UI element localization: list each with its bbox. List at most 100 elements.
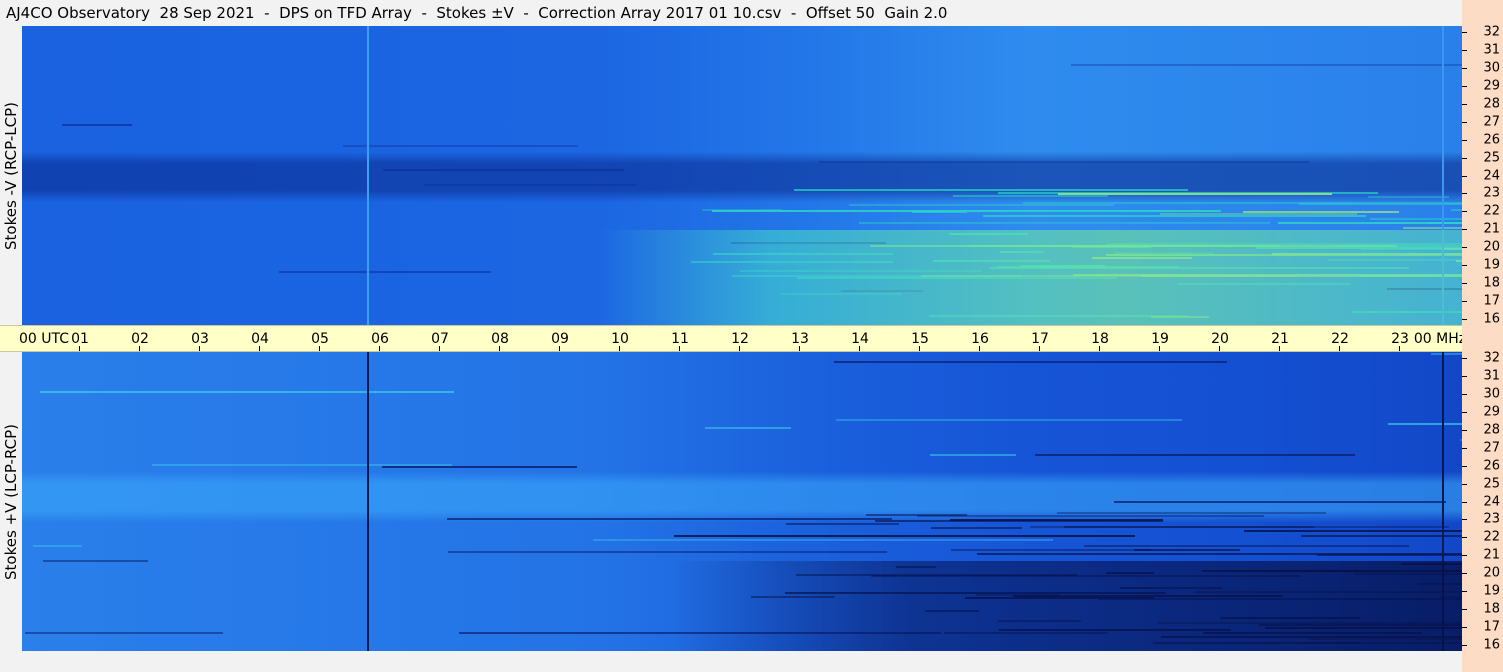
rfi-streak xyxy=(1176,282,1351,285)
rfi-streak xyxy=(948,233,1029,236)
frequency-label-bottom: 26 xyxy=(1483,458,1500,474)
frequency-label-top: 20 xyxy=(1483,239,1500,255)
rfi-streak xyxy=(1417,583,1462,586)
frequency-axis-column: 32 31 30 29 28 27 26 25 24 23 22 21 20 19 18 17 16 32 31 30… xyxy=(1462,0,1503,672)
rfi-streak xyxy=(1370,218,1462,221)
frequency-label-top: 19 xyxy=(1483,257,1500,273)
rfi-streak xyxy=(982,215,1366,218)
rfi-streak xyxy=(674,534,1136,537)
time-axis-hour-label: 21 xyxy=(1271,331,1289,347)
time-axis-hour-label: 22 xyxy=(1331,331,1349,347)
rfi-streak xyxy=(865,513,967,516)
rfi-streak xyxy=(1361,247,1462,250)
rfi-streak xyxy=(382,169,624,171)
time-axis-hour-label: 01 xyxy=(71,331,89,347)
rfi-streak xyxy=(40,391,454,394)
rfi-streak xyxy=(447,517,893,520)
rfi-streak xyxy=(740,270,982,273)
frequency-tick-top xyxy=(1462,49,1467,51)
frequency-tick-bottom xyxy=(1462,375,1467,377)
rfi-streak xyxy=(874,519,1164,522)
rfi-streak xyxy=(969,245,1280,248)
rfi-streak xyxy=(977,552,1462,555)
frequency-label-top: 17 xyxy=(1483,293,1500,309)
time-axis-tick xyxy=(799,346,800,351)
rfi-streak xyxy=(1157,621,1462,624)
rfi-streak xyxy=(795,574,1078,577)
rfi-streak xyxy=(779,292,903,295)
frequency-label-bottom: 28 xyxy=(1483,422,1500,438)
frequency-tick-bottom xyxy=(1462,555,1467,557)
time-axis-tick xyxy=(499,346,500,351)
rfi-streak xyxy=(1097,598,1462,601)
rfi-streak xyxy=(1265,626,1462,629)
rfi-streak xyxy=(818,160,1309,163)
time-axis-hour-label: 07 xyxy=(431,331,449,347)
time-axis-hour-label: 04 xyxy=(251,331,269,347)
rfi-streak xyxy=(1120,587,1222,590)
rfi-streak xyxy=(1114,500,1446,503)
frequency-label-top: 25 xyxy=(1483,150,1500,166)
vertical-artifact-line xyxy=(1442,26,1444,325)
rfi-streak xyxy=(950,549,1152,552)
rfi-streak xyxy=(704,426,792,429)
rfi-streak xyxy=(1219,617,1361,620)
frequency-label-bottom: 18 xyxy=(1483,601,1500,617)
rfi-streak xyxy=(944,631,1109,634)
frequency-label-bottom: 25 xyxy=(1483,476,1500,492)
time-axis-hour-label: 19 xyxy=(1151,331,1169,347)
rfi-streak xyxy=(1159,213,1358,216)
frequency-label-bottom: 29 xyxy=(1483,404,1500,420)
frequency-label-bottom: 17 xyxy=(1483,619,1500,635)
rfi-streak xyxy=(691,260,893,263)
rfi-streak xyxy=(964,597,1155,600)
rfi-streak xyxy=(999,629,1231,632)
frequency-tick-top xyxy=(1462,85,1467,87)
rfi-streak xyxy=(1354,572,1462,575)
frequency-tick-bottom xyxy=(1462,591,1467,593)
rfi-streak xyxy=(1141,275,1462,278)
rfi-streak xyxy=(61,123,132,126)
frequency-label-top: 31 xyxy=(1483,42,1500,58)
rfi-streak xyxy=(1328,258,1462,261)
frequency-label-top: 24 xyxy=(1483,168,1500,183)
frequency-label-bottom: 23 xyxy=(1483,511,1500,527)
time-axis-tick xyxy=(319,346,320,351)
rfi-streak xyxy=(858,221,1271,224)
frequency-tick-bottom xyxy=(1462,465,1467,467)
rfi-streak xyxy=(794,189,1188,192)
rfi-streak xyxy=(1225,569,1462,572)
rfi-streak xyxy=(1298,202,1462,205)
time-axis-tick xyxy=(199,346,200,351)
rfi-streak xyxy=(1151,315,1209,318)
rfi-streak xyxy=(423,184,637,187)
rfi-streak xyxy=(920,274,1300,277)
time-axis-hour-label: 14 xyxy=(851,331,869,347)
frequency-label-bottom: 24 xyxy=(1483,494,1500,509)
rfi-streak xyxy=(1115,252,1213,255)
bottom-panel-ylabel: Stokes +V (LCP-RCP) xyxy=(2,423,20,580)
rfi-streak xyxy=(1430,353,1462,356)
time-axis-tick xyxy=(439,346,440,351)
rfi-streak xyxy=(1084,544,1409,547)
frequency-label-bottom: 27 xyxy=(1483,440,1500,456)
top-panel-ylabel-box: Stokes -V (RCP-LCP) xyxy=(0,26,22,325)
frequency-tick-top xyxy=(1462,265,1467,267)
time-axis-tick xyxy=(559,346,560,351)
rfi-streak xyxy=(701,208,783,211)
frequency-label-top: 23 xyxy=(1483,185,1500,201)
rfi-streak xyxy=(931,527,1023,530)
rfi-streak xyxy=(592,538,1054,541)
frequency-tick-bottom xyxy=(1462,447,1467,449)
frequency-tick-top xyxy=(1462,103,1467,105)
rfi-streak xyxy=(896,565,937,568)
time-axis-hour-label: 12 xyxy=(731,331,749,347)
rfi-streak xyxy=(870,245,1397,248)
frequency-tick-top xyxy=(1462,193,1467,195)
time-axis-tick xyxy=(859,346,860,351)
time-axis-tick xyxy=(379,346,380,351)
frequency-label-top: 32 xyxy=(1483,24,1500,40)
rfi-streak xyxy=(278,270,491,273)
rfi-streak xyxy=(1439,596,1462,599)
rfi-streak xyxy=(1091,257,1192,260)
